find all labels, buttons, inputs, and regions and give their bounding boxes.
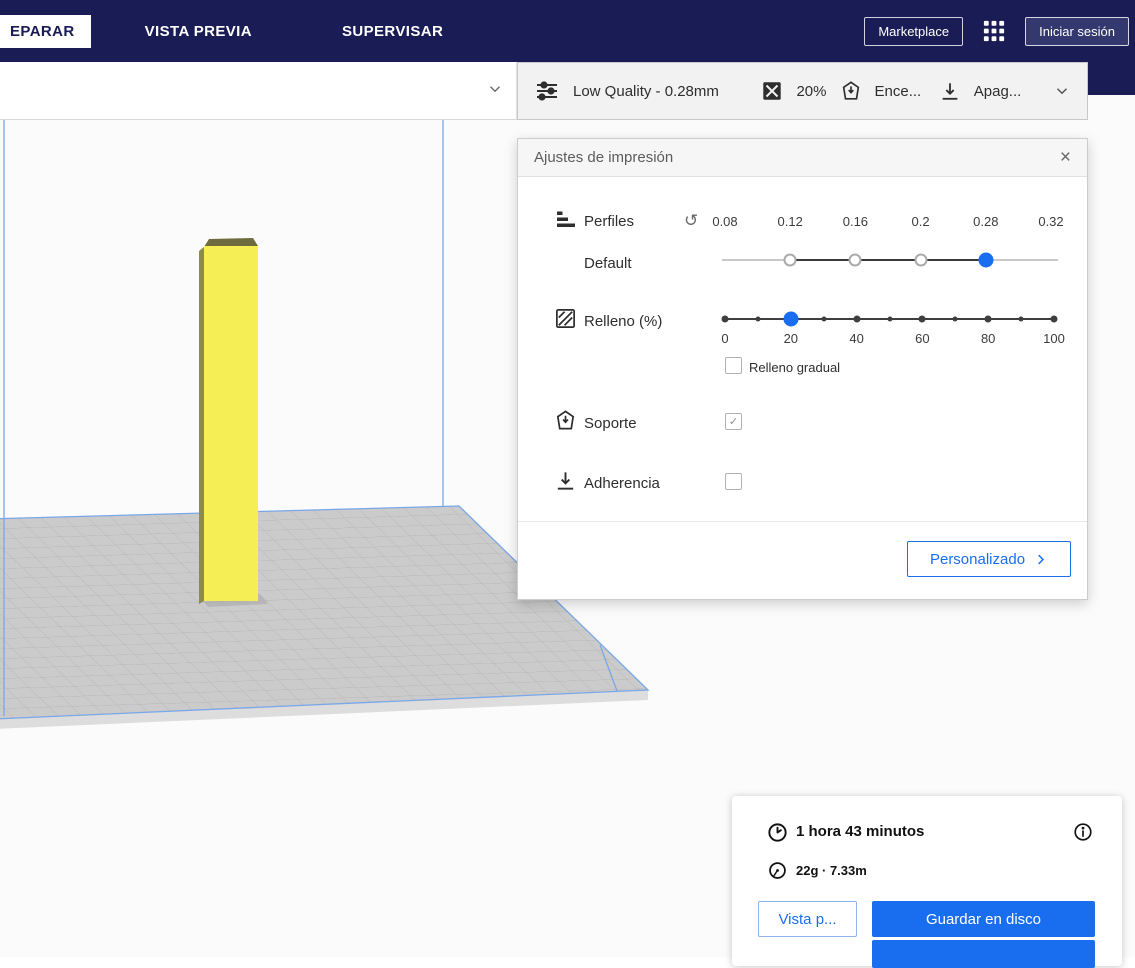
quality-stop-028-selected[interactable] <box>978 252 994 267</box>
adhesion-icon <box>939 80 961 102</box>
quality-stop-020[interactable] <box>914 253 928 266</box>
material-usage: 22g · 7.33m <box>796 863 867 878</box>
infill-tick <box>821 316 827 322</box>
adhesion-label: Adherencia <box>584 475 660 492</box>
profile-name: Default <box>584 255 632 272</box>
reset-profile-icon[interactable]: ↺ <box>684 211 698 231</box>
infill-tick-label: 60 <box>915 331 930 346</box>
infill-icon <box>554 307 577 330</box>
panel-title: Ajustes de impresión <box>534 149 674 166</box>
quality-tick-label: 0.32 <box>1038 214 1064 229</box>
model-3d[interactable] <box>199 238 268 607</box>
panel-divider <box>518 521 1087 522</box>
header-corner <box>1088 62 1135 95</box>
infill-tick <box>1018 316 1024 322</box>
chevron-down-icon[interactable] <box>1053 82 1071 100</box>
apps-menu-button[interactable] <box>978 16 1010 46</box>
top-bar: EPARAR VISTA PREVIA SUPERVISAR Marketpla… <box>0 0 1135 62</box>
infill-tick <box>721 315 729 323</box>
sign-in-button[interactable]: Iniciar sesión <box>1025 16 1129 46</box>
summary-profile: Low Quality - 0.28mm <box>573 82 719 100</box>
infill-tick <box>887 316 892 322</box>
print-settings-panel: Ajustes de impresión × Perfiles ↺ 0.08 0… <box>517 138 1088 600</box>
grid-apps-icon <box>981 18 1007 44</box>
infill-tick-label: 20 <box>783 331 799 346</box>
custom-settings-button[interactable]: Personalizado <box>907 541 1071 577</box>
summary-adhesion: Apag... <box>973 82 1022 100</box>
quality-tick-label: 0.16 <box>842 214 869 229</box>
print-job-card: 1 hora 43 minutos 22g · 7.33m Vista p...… <box>732 796 1122 968</box>
save-to-disk-button[interactable]: Guardar en disco <box>872 901 1095 937</box>
support-icon <box>554 409 577 432</box>
infill-tick <box>918 315 926 323</box>
summary-support: Ence... <box>874 82 922 100</box>
infill-icon <box>761 80 783 102</box>
marketplace-button[interactable]: Marketplace <box>864 16 964 46</box>
save-options-strip[interactable] <box>872 940 1095 968</box>
infill-tick-labels: 0 20 40 60 80 100 <box>721 331 1064 346</box>
summary-infill: 20% <box>796 82 827 100</box>
infill-tick <box>853 315 861 323</box>
close-icon[interactable]: × <box>1060 148 1071 167</box>
infill-tick-label: 80 <box>980 331 996 346</box>
quality-tick-label: 0.2 <box>911 214 930 229</box>
adhesion-icon <box>554 469 577 492</box>
infill-slider[interactable] <box>721 309 1058 329</box>
quality-tick-label: 0.28 <box>973 214 999 229</box>
profiles-label: Perfiles <box>584 213 635 230</box>
quality-slider[interactable] <box>721 251 1058 268</box>
tab-preparar[interactable]: EPARAR <box>0 14 91 48</box>
support-icon <box>840 80 862 102</box>
clock-icon <box>766 821 789 844</box>
infill-label: Relleno (%) <box>584 313 663 330</box>
infill-tick-label: 100 <box>1043 331 1065 346</box>
printer-selector-bar[interactable] <box>0 62 517 120</box>
quality-stop-012[interactable] <box>783 253 797 266</box>
chevron-down-icon[interactable] <box>486 80 504 98</box>
info-icon[interactable] <box>1072 821 1094 843</box>
infill-tick <box>984 315 992 323</box>
sliders-icon <box>534 79 560 103</box>
print-time: 1 hora 43 minutos <box>796 823 925 840</box>
gradual-infill-label: Relleno gradual <box>749 360 841 375</box>
tab-vista-previa[interactable]: VISTA PREVIA <box>121 15 276 48</box>
quality-tick-label: 0.08 <box>712 214 738 229</box>
preview-button[interactable]: Vista p... <box>758 901 857 937</box>
gradual-infill-checkbox[interactable] <box>725 357 742 374</box>
layer-height-icon <box>554 207 578 231</box>
support-checkbox[interactable] <box>725 413 742 430</box>
chevron-right-icon <box>1033 552 1048 567</box>
stage-tabs: EPARAR VISTA PREVIA SUPERVISAR <box>0 0 467 62</box>
custom-settings-label: Personalizado <box>929 550 1026 568</box>
infill-tick-label: 0 <box>721 331 729 346</box>
quality-tick-labels: 0.08 0.12 0.16 0.2 0.28 0.32 <box>712 214 1063 230</box>
print-settings-summary[interactable]: Low Quality - 0.28mm 20% Ence... Apag... <box>517 62 1088 120</box>
quality-tick-label: 0.12 <box>777 214 803 229</box>
infill-tick <box>1050 315 1058 323</box>
tab-supervisar[interactable]: SUPERVISAR <box>318 15 467 48</box>
infill-tick-label: 40 <box>849 331 864 346</box>
panel-header: Ajustes de impresión × <box>518 139 1087 177</box>
infill-slider-handle[interactable] <box>783 311 799 327</box>
infill-tick <box>952 316 958 322</box>
adhesion-checkbox[interactable] <box>725 473 742 490</box>
infill-tick <box>755 316 761 322</box>
support-label: Soporte <box>584 415 637 432</box>
quality-stop-016[interactable] <box>848 253 862 266</box>
material-spool-icon <box>767 860 788 881</box>
